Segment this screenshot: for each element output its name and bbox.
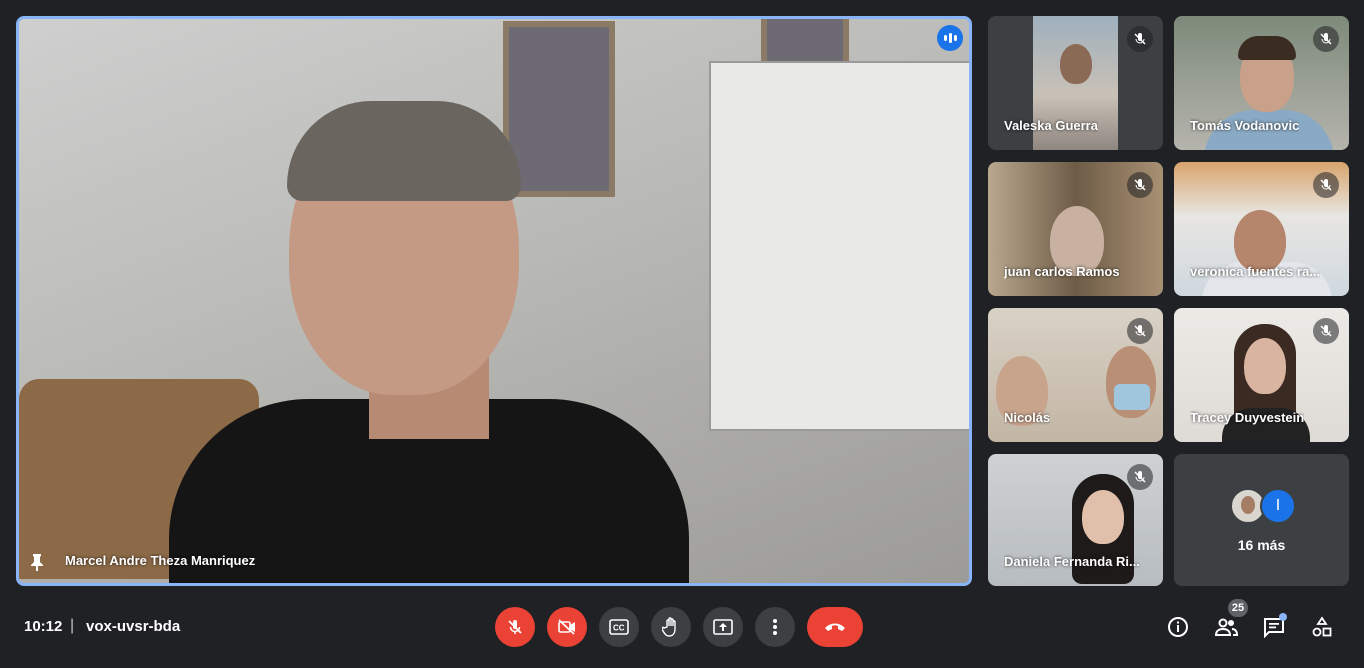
activities-button[interactable] xyxy=(1307,612,1337,642)
participant-face xyxy=(1244,338,1286,394)
speaking-indicator-icon xyxy=(937,25,963,51)
end-call-icon xyxy=(825,623,845,631)
main-speaker-tile[interactable]: Marcel Andre Theza Manriquez xyxy=(16,16,972,586)
mic-off-icon xyxy=(508,620,522,634)
mic-toggle-button[interactable] xyxy=(495,607,535,647)
mic-off-icon xyxy=(1313,26,1339,52)
mic-off-icon xyxy=(1127,172,1153,198)
people-icon xyxy=(1214,618,1238,636)
mic-off-icon xyxy=(1313,172,1339,198)
participant-tile-tracey[interactable]: Tracey Duyvestein xyxy=(1174,308,1349,442)
mic-off-icon xyxy=(1127,26,1153,52)
mic-off-icon xyxy=(1127,464,1153,490)
more-count-label: 16 más xyxy=(1237,537,1286,553)
participant-tile-tomas[interactable]: Tomás Vodanovic xyxy=(1174,16,1349,150)
participant-face xyxy=(1234,210,1286,272)
avatar: I xyxy=(1260,488,1296,524)
camera-off-icon xyxy=(558,619,575,635)
participant-face xyxy=(1060,44,1092,84)
meeting-details-button[interactable] xyxy=(1163,612,1193,642)
participant-face xyxy=(1082,490,1124,544)
mic-off-icon xyxy=(1313,318,1339,344)
participant-tile-veronica[interactable]: veronica fuentes ra... xyxy=(1174,162,1349,296)
participant-hair xyxy=(1238,36,1296,60)
info-icon xyxy=(1168,617,1188,637)
svg-text:CC: CC xyxy=(613,624,625,633)
participant-tile-daniela[interactable]: Daniela Fernanda Ri... xyxy=(988,454,1163,586)
raise-hand-icon xyxy=(662,617,676,637)
camera-toggle-button[interactable] xyxy=(547,607,587,647)
participant-name: Daniela Fernanda Ri... xyxy=(1004,554,1140,569)
present-button[interactable] xyxy=(703,607,743,647)
speaker-hair xyxy=(287,101,521,201)
captions-button[interactable]: CC xyxy=(599,607,639,647)
participant-tile-valeska[interactable]: Valeska Guerra xyxy=(988,16,1163,150)
participant-name: juan carlos Ramos xyxy=(1004,264,1120,279)
captions-icon: CC xyxy=(609,619,629,635)
mic-off-icon xyxy=(1127,318,1153,344)
participant-name: Valeska Guerra xyxy=(1004,118,1098,133)
face-mask xyxy=(1114,384,1150,410)
main-speaker-name: Marcel Andre Theza Manriquez xyxy=(65,553,256,568)
activities-icon xyxy=(1312,616,1332,637)
footer-separator: | xyxy=(70,617,75,634)
present-icon xyxy=(713,619,733,635)
meeting-code: vox-uvsr-bda xyxy=(86,618,181,635)
participant-name: veronica fuentes ra... xyxy=(1190,264,1321,279)
participant-tile-nicolas[interactable]: Nicolás xyxy=(988,308,1163,442)
pin-icon[interactable] xyxy=(29,553,45,571)
more-options-icon xyxy=(773,619,777,635)
participant-name: Tomás Vodanovic xyxy=(1190,118,1300,133)
whiteboard xyxy=(709,61,969,431)
meeting-time: 10:12 xyxy=(24,618,63,635)
raise-hand-button[interactable] xyxy=(651,607,691,647)
more-options-button[interactable] xyxy=(755,607,795,647)
participant-name: Tracey Duyvestein xyxy=(1190,410,1305,425)
participant-name: Nicolás xyxy=(1004,410,1051,425)
chat-notification-dot xyxy=(1279,613,1287,621)
end-call-button[interactable] xyxy=(807,607,863,647)
participant-tile-juan-carlos[interactable]: juan carlos Ramos xyxy=(988,162,1163,296)
avatar-letter: I xyxy=(1275,497,1281,514)
participants-count-badge: 25 xyxy=(1228,599,1248,617)
more-participants-tile[interactable]: I 16 más xyxy=(1174,454,1349,586)
